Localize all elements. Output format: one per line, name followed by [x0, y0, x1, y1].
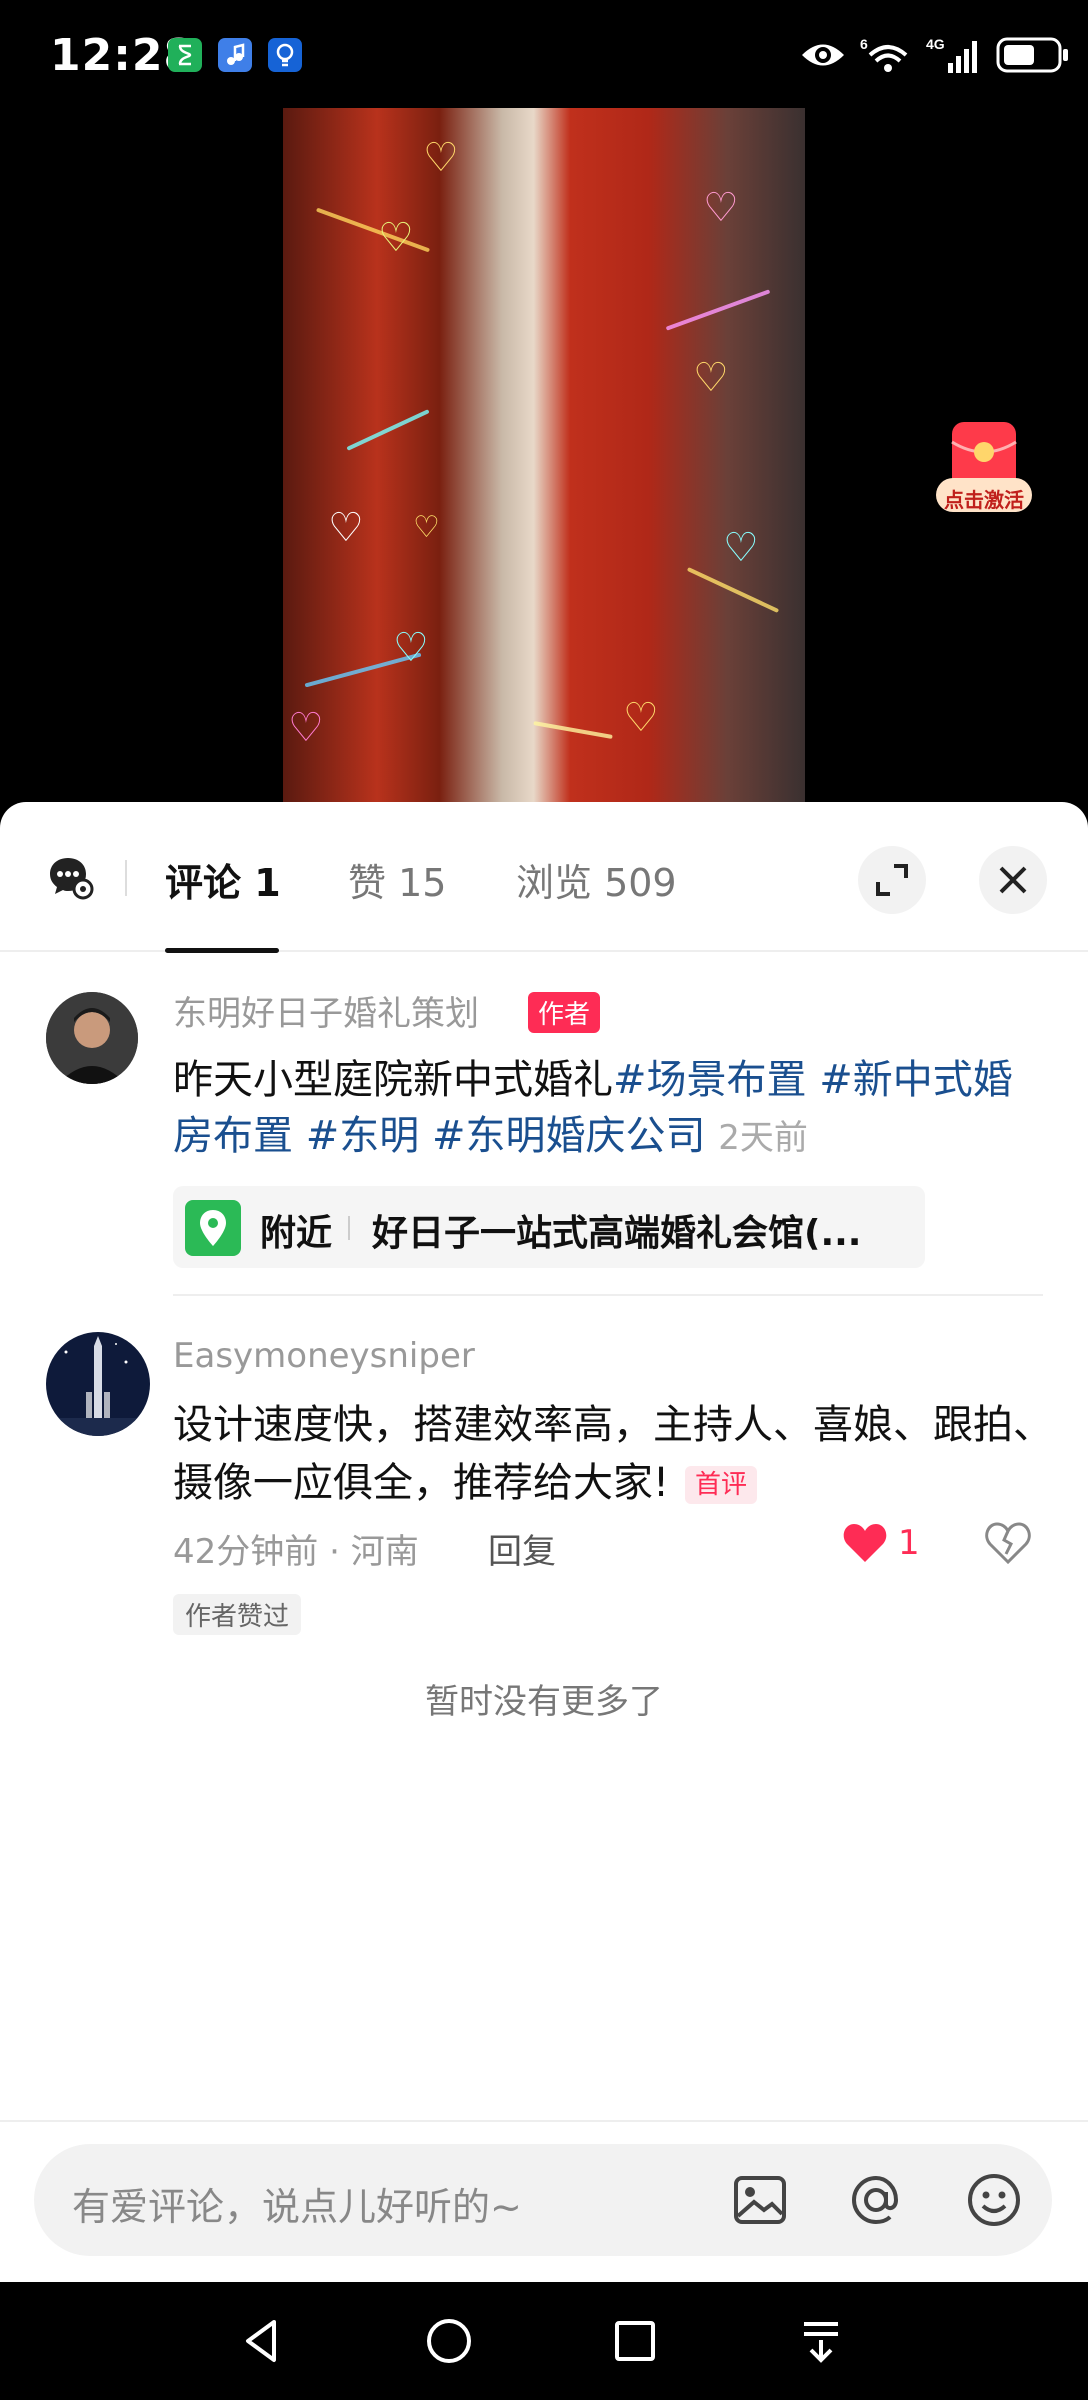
tab-separator: [125, 860, 127, 896]
dislike-icon[interactable]: [985, 1522, 1031, 1564]
back-icon[interactable]: [234, 2312, 292, 2370]
comment-input[interactable]: 有爱评论，说点儿好听的~: [34, 2144, 1052, 2256]
location-card[interactable]: 附近 好日子一站式高端婚礼会馆(...: [173, 1186, 925, 1268]
meta-dot: ·: [329, 1532, 351, 1572]
location-pin-icon: [185, 1200, 241, 1256]
author-name[interactable]: 东明好日子婚礼策划: [173, 986, 479, 1035]
video-frame[interactable]: ♡ ♡ ♡ ♡ ♡ ♡ ♡ ♡ ♡ ♡: [283, 108, 805, 808]
sheet-tabs: 评论 1 赞 15 浏览 509: [0, 802, 1088, 953]
status-indicators: 6 4G: [800, 30, 1070, 80]
comment-location: 河南: [350, 1532, 419, 1572]
expand-button[interactable]: [858, 846, 926, 914]
chat-settings-icon[interactable]: [48, 854, 94, 900]
expand-icon: [876, 864, 908, 896]
first-comment-badge: 首评: [685, 1466, 758, 1504]
comment-input-bar: 有爱评论，说点儿好听的~: [0, 2120, 1088, 2282]
heart-filled-icon: [843, 1524, 887, 1562]
author-badge: 作者: [528, 992, 601, 1033]
commenter-name[interactable]: Easymoneysniper: [173, 1336, 475, 1376]
battery-icon: [996, 37, 1068, 73]
comment-input-placeholder: 有爱评论，说点儿好听的~: [72, 2185, 522, 2229]
no-more-text: 暂时没有更多了: [425, 1682, 663, 1722]
tab-likes[interactable]: 赞 15: [348, 852, 446, 907]
red-packet-button[interactable]: 点击激活: [934, 418, 1034, 518]
post-text: 昨天小型庭院新中式婚礼: [173, 1057, 613, 1103]
location-near: 附近: [260, 1213, 333, 1254]
like-button[interactable]: 1: [842, 1522, 920, 1564]
red-packet-label: 点击激活: [944, 490, 1024, 512]
location-separator: [348, 1216, 350, 1240]
home-icon[interactable]: [420, 2312, 478, 2370]
comment-time: 42分钟前: [173, 1532, 319, 1572]
reply-button[interactable]: 回复: [488, 1524, 556, 1573]
svg-text:6: 6: [860, 36, 868, 52]
notification-pull-icon[interactable]: [792, 2312, 850, 2370]
post-caption: 昨天小型庭院新中式婚礼#场景布置 #新中式婚房布置 #东明 #东明婚庆公司 2天…: [173, 1052, 1033, 1166]
image-icon[interactable]: [730, 2170, 790, 2230]
system-nav-bar: [0, 2282, 1088, 2400]
comment-text: 设计速度快，搭建效率高，主持人、喜娘、跟拍、摄像一应俱全，推荐给大家!: [173, 1402, 1053, 1506]
hourglass-app-icon: [168, 38, 202, 72]
status-bar: 12:28 6 4G: [0, 0, 1088, 108]
music-app-icon: [218, 38, 252, 72]
author-avatar[interactable]: [46, 992, 138, 1084]
hashtag-scene[interactable]: #场景布置: [613, 1057, 807, 1103]
svg-text:4G: 4G: [926, 36, 945, 52]
like-count: 1: [898, 1523, 920, 1563]
active-tab-indicator: [165, 948, 279, 953]
bulb-app-icon: [268, 38, 302, 72]
wifi-icon: 6: [860, 36, 908, 72]
location-name: 好日子一站式高端婚礼会馆(...: [372, 1213, 862, 1254]
hashtag-dongming[interactable]: #东明: [306, 1113, 420, 1159]
tab-comments[interactable]: 评论 1: [165, 852, 281, 907]
tab-views[interactable]: 浏览 509: [516, 852, 677, 907]
eye-icon: [802, 44, 844, 66]
recents-icon[interactable]: [606, 2312, 664, 2370]
post-time: 2天前: [718, 1118, 808, 1158]
video-player[interactable]: ♡ ♡ ♡ ♡ ♡ ♡ ♡ ♡ ♡ ♡ 点击激活: [0, 108, 1088, 808]
signal-icon: 4G: [926, 36, 977, 73]
comment-sheet: 评论 1 赞 15 浏览 509 东明好日子婚礼策划 作者 昨天小型庭院新中式婚…: [0, 802, 1088, 2282]
mention-icon[interactable]: [846, 2170, 906, 2230]
hashtag-wedding-company[interactable]: #东明婚庆公司: [432, 1113, 706, 1159]
comment-body: 设计速度快，搭建效率高，主持人、喜娘、跟拍、摄像一应俱全，推荐给大家! 首评: [173, 1396, 1053, 1512]
comment-meta: 42分钟前 · 河南: [173, 1524, 419, 1573]
close-icon: [999, 866, 1027, 894]
post-divider: [173, 1294, 1043, 1296]
author-liked-badge: 作者赞过: [173, 1594, 302, 1635]
emoji-icon[interactable]: [964, 2170, 1024, 2230]
commenter-avatar[interactable]: [46, 1332, 150, 1436]
close-button[interactable]: [979, 846, 1047, 914]
